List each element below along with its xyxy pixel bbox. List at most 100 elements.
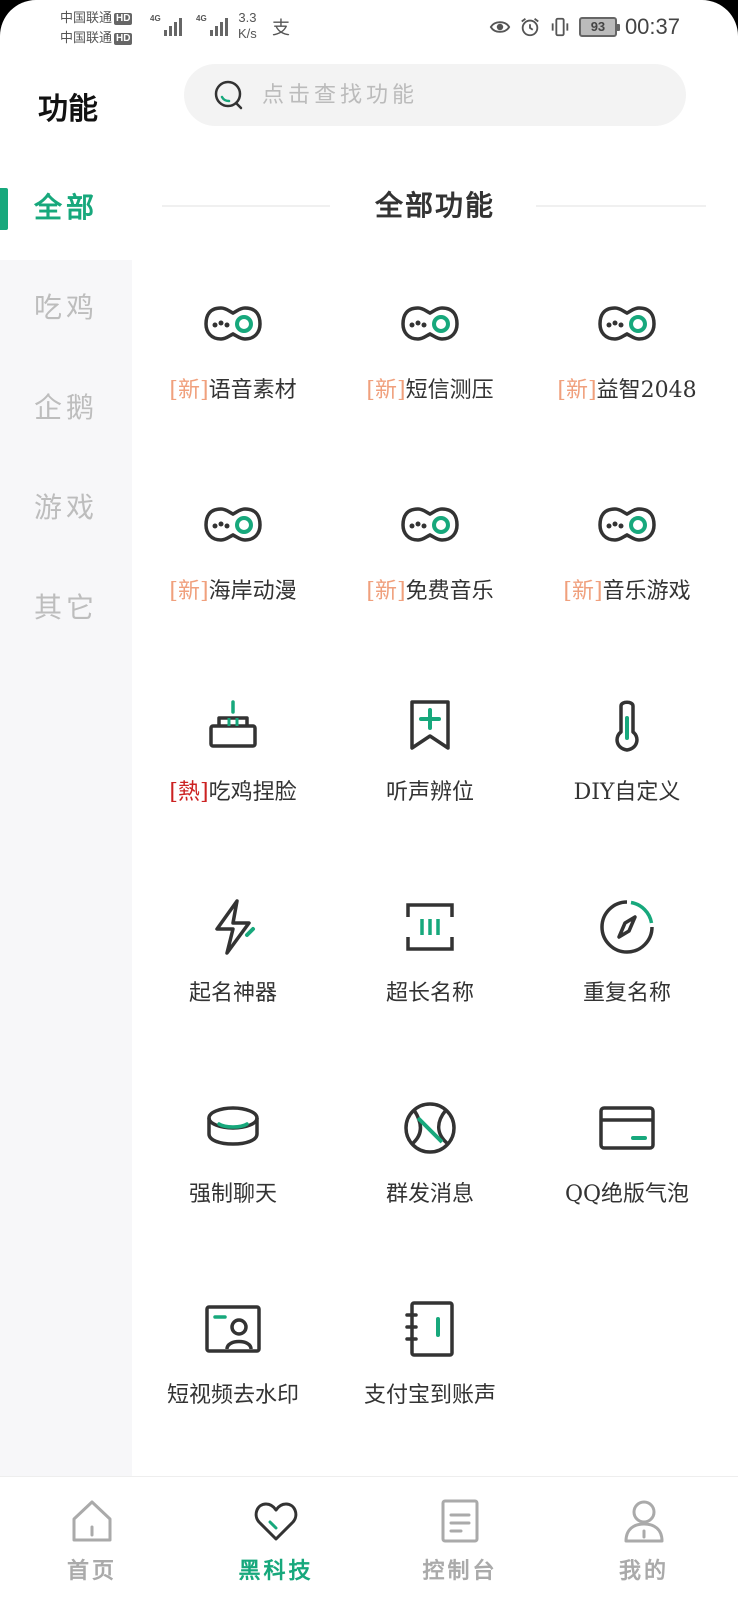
- feature-item[interactable]: 强制聊天: [132, 1066, 334, 1266]
- new-tag: [新]: [557, 378, 597, 403]
- carrier-1: 中国联通: [60, 10, 113, 25]
- feature-name: 音乐游戏: [602, 579, 691, 604]
- feature-label: 听声辨位: [386, 774, 474, 806]
- carrier-2: 中国联通: [60, 30, 113, 45]
- feature-label: [新]益智2048: [557, 372, 696, 404]
- status-right: 93 00:37: [489, 14, 680, 40]
- battery-level: 93: [590, 19, 606, 34]
- feature-label: [新]海岸动漫: [169, 573, 296, 605]
- feature-name: 吃鸡捏脸: [208, 780, 297, 805]
- sidebar-item-all[interactable]: 全部: [0, 156, 132, 256]
- divider-right: [536, 205, 706, 207]
- alipay-icon: 支: [272, 18, 290, 38]
- cake-icon: [209, 700, 257, 748]
- basketball-icon: [404, 1102, 456, 1154]
- feature-label: [熱]吃鸡捏脸: [169, 774, 296, 806]
- search-input[interactable]: [262, 82, 642, 108]
- feature-name: QQ绝版气泡: [564, 1182, 690, 1207]
- feature-label: 超长名称: [386, 975, 474, 1007]
- signal-indicators: 4G 4G: [150, 12, 232, 38]
- feature-name: 语音素材: [208, 378, 297, 403]
- new-tag: [新]: [563, 579, 603, 604]
- scan-frame-icon: [406, 903, 454, 951]
- feature-item[interactable]: 群发消息: [329, 1066, 531, 1266]
- feature-item[interactable]: 听声辨位: [329, 664, 531, 864]
- nav-label: 黑科技: [238, 1558, 314, 1584]
- signal-icon: 4G: [150, 12, 186, 38]
- feature-item[interactable]: [新]短信测压: [329, 262, 531, 462]
- speed-unit: K/s: [238, 26, 257, 41]
- feature-name: 益智2048: [596, 378, 697, 403]
- feature-item[interactable]: DIY自定义: [526, 664, 728, 864]
- feature-name: 强制聊天: [188, 1182, 277, 1207]
- hd-badge: HD: [114, 12, 133, 25]
- feature-label: 强制聊天: [189, 1176, 277, 1208]
- eye-icon: [489, 21, 511, 33]
- sidebar-item-tencent[interactable]: 企鹅: [0, 356, 132, 456]
- feature-name: DIY自定义: [573, 780, 681, 805]
- section-title: 全部功能: [374, 189, 495, 222]
- id-card-icon: [205, 1305, 261, 1353]
- game-controller-icon: [204, 507, 262, 542]
- game-controller-icon: [401, 306, 459, 341]
- feature-name: 起名神器: [188, 981, 277, 1006]
- feature-label: 重复名称: [583, 975, 671, 1007]
- feature-item[interactable]: [新]益智2048: [526, 262, 728, 462]
- feature-label: 群发消息: [386, 1176, 474, 1208]
- search-bar[interactable]: [184, 64, 686, 126]
- heart-icon: [254, 1502, 298, 1541]
- document-icon: [441, 1499, 479, 1543]
- feature-name: 短信测压: [405, 378, 494, 403]
- feature-item[interactable]: 短视频去水印: [132, 1267, 334, 1467]
- nav-label: 首页: [66, 1558, 117, 1584]
- feature-item[interactable]: [新]语音素材: [132, 262, 334, 462]
- feature-label: [新]音乐游戏: [563, 573, 690, 605]
- nav-black-tech[interactable]: 黑科技: [184, 1477, 368, 1600]
- feature-item[interactable]: [新]免费音乐: [329, 463, 531, 663]
- network-type: 4G: [150, 14, 161, 23]
- compass-icon: [600, 900, 654, 954]
- feature-item[interactable]: [新]音乐游戏: [526, 463, 728, 663]
- network-speed: 3.3 K/s: [238, 10, 257, 42]
- feature-name: 群发消息: [385, 1182, 474, 1207]
- feature-item[interactable]: 重复名称: [526, 865, 728, 1065]
- feature-item[interactable]: 支付宝到账声: [329, 1267, 531, 1467]
- feature-name: 超长名称: [385, 981, 474, 1006]
- feature-label: QQ绝版气泡: [565, 1176, 689, 1208]
- feature-item[interactable]: [新]海岸动漫: [132, 463, 334, 663]
- hot-tag: [熱]: [169, 780, 209, 805]
- sidebar-item-games[interactable]: 游戏: [0, 456, 132, 556]
- status-bar: 中国联通 HD 中国联通 HD 4G 4G 3.3 K/s 支 93 00:37: [0, 0, 738, 56]
- nav-home[interactable]: 首页: [0, 1477, 184, 1600]
- sidebar-item-pubg[interactable]: 吃鸡: [0, 256, 132, 356]
- feature-item[interactable]: [熱]吃鸡捏脸: [132, 664, 334, 864]
- home-icon: [72, 1500, 112, 1542]
- feature-name: 支付宝到账声: [363, 1383, 496, 1408]
- user-icon: [624, 1500, 664, 1543]
- feature-item[interactable]: 超长名称: [329, 865, 531, 1065]
- hd-badge: HD: [114, 32, 133, 45]
- feature-item[interactable]: QQ绝版气泡: [526, 1066, 728, 1266]
- game-controller-icon: [598, 306, 656, 341]
- search-icon: [214, 80, 243, 110]
- app-screen: 中国联通 HD 中国联通 HD 4G 4G 3.3 K/s 支 93 00:37…: [0, 0, 738, 1600]
- feature-name: 短视频去水印: [166, 1383, 299, 1408]
- alarm-icon: [521, 18, 539, 37]
- feature-name: 听声辨位: [385, 780, 474, 805]
- sidebar-item-other[interactable]: 其它: [0, 556, 132, 656]
- game-controller-icon: [598, 507, 656, 542]
- feature-name: 免费音乐: [405, 579, 494, 604]
- carrier-info: 中国联通 HD 中国联通 HD: [60, 8, 133, 48]
- feature-item[interactable]: 起名神器: [132, 865, 334, 1065]
- page-title: 功能: [38, 92, 98, 127]
- bookmark-plus-icon: [410, 700, 450, 750]
- game-controller-icon: [204, 306, 262, 341]
- nav-mine[interactable]: 我的: [552, 1477, 736, 1600]
- nav-console[interactable]: 控制台: [368, 1477, 552, 1600]
- new-tag: [新]: [366, 579, 406, 604]
- feature-label: DIY自定义: [574, 774, 681, 806]
- bottom-nav: 首页 黑科技 控制台 我的: [0, 1476, 738, 1600]
- coins-icon: [207, 1106, 259, 1146]
- feature-label: 短视频去水印: [167, 1377, 299, 1409]
- notebook-icon: [405, 1301, 454, 1357]
